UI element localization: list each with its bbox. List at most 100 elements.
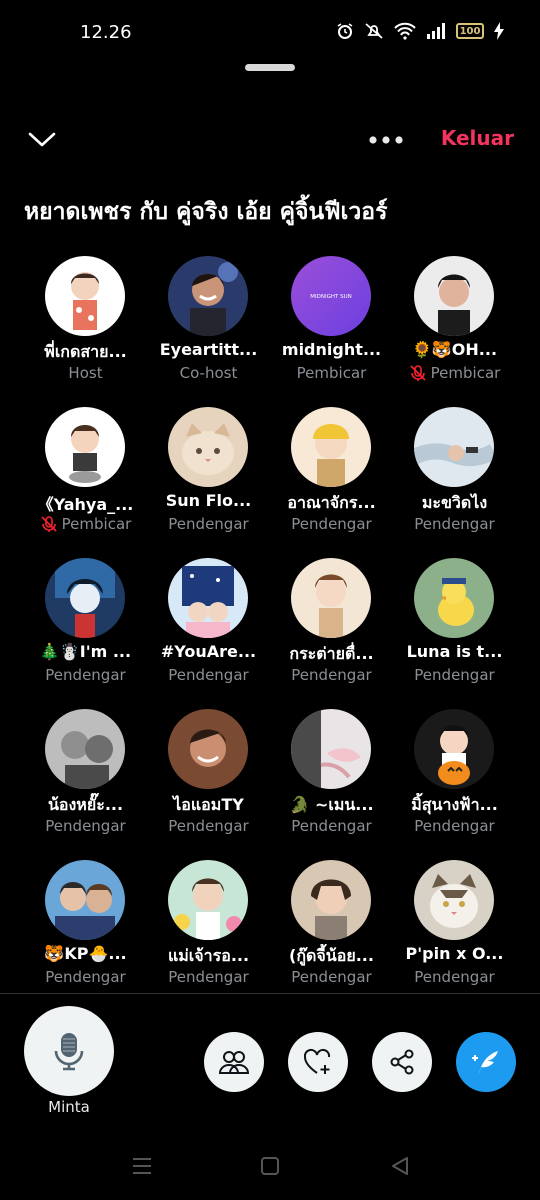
participant-item[interactable]: P'pin x O... Pendengar xyxy=(393,858,516,998)
participant-name: ไอแอมTY xyxy=(173,795,244,814)
participant-role: Pendengar xyxy=(24,817,147,835)
participant-item[interactable]: #YouAre... Pendengar xyxy=(147,556,270,696)
participant-role-label: Pendengar xyxy=(414,666,495,684)
avatar xyxy=(168,407,248,487)
participant-role: Pendengar xyxy=(147,968,270,986)
participant-role: Pendengar xyxy=(147,515,270,533)
participant-item[interactable]: 🎄☃️I'm ... Pendengar xyxy=(24,556,147,696)
avatar xyxy=(45,407,125,487)
avatar xyxy=(414,709,494,789)
react-button[interactable] xyxy=(288,1032,348,1092)
status-bar: 12.26 100 xyxy=(0,0,540,62)
participant-role: Co-host xyxy=(147,364,270,382)
home-icon[interactable] xyxy=(260,1156,280,1180)
participant-name: 🌻🐯OH... xyxy=(411,340,498,359)
mic-muted-icon xyxy=(409,364,427,382)
participant-role-label: Pendengar xyxy=(45,968,126,986)
participant-item[interactable]: มิ้สุนางฟ้า... Pendengar xyxy=(393,707,516,847)
share-button[interactable] xyxy=(372,1032,432,1092)
participant-role: Pendengar xyxy=(270,968,393,986)
request-mic-button[interactable] xyxy=(24,1006,114,1096)
participant-name: (กู๊ดจี้น้อย... xyxy=(289,946,374,965)
compose-feather-icon xyxy=(472,1051,498,1074)
recent-apps-icon[interactable] xyxy=(132,1156,152,1180)
participant-item[interactable]: น้องหยั๊ะ... Pendengar xyxy=(24,707,147,847)
avatar xyxy=(45,709,125,789)
mic-label: Minta xyxy=(48,1098,90,1116)
compose-tweet-button[interactable] xyxy=(456,1032,516,1092)
participant-role: Pendengar xyxy=(147,666,270,684)
leave-button[interactable]: Keluar xyxy=(441,126,514,150)
people-button[interactable] xyxy=(204,1032,264,1092)
avatar xyxy=(168,256,248,336)
participant-role: Pendengar xyxy=(270,666,393,684)
avatar xyxy=(45,860,125,940)
participant-item[interactable]: MIDNIGHT SUN midnight... Pembicar xyxy=(270,254,393,394)
participant-name: 🐊 ~เมน... xyxy=(289,795,374,814)
sheet-grab-handle[interactable] xyxy=(245,64,295,71)
participant-name: 🐯KP🐣... xyxy=(44,944,127,963)
avatar xyxy=(45,558,125,638)
participant-role-label: Pendengar xyxy=(414,817,495,835)
participant-item[interactable]: พี่เกดสาย... Host xyxy=(24,254,147,394)
participant-item[interactable]: อาณาจักร... Pendengar xyxy=(270,405,393,545)
participant-item[interactable]: Eyeartitt... Co-host xyxy=(147,254,270,394)
participant-role-label: Host xyxy=(68,364,103,382)
participant-role: Pendengar xyxy=(24,968,147,986)
alarm-icon xyxy=(336,22,354,40)
avatar: MIDNIGHT SUN xyxy=(291,256,371,336)
participant-item[interactable]: Luna is t... Pendengar xyxy=(393,556,516,696)
status-icons: 100 xyxy=(336,22,504,40)
svg-text:MIDNIGHT SUN: MIDNIGHT SUN xyxy=(310,294,351,300)
participant-name: 《Yahya_... xyxy=(37,495,134,514)
participant-role-label: Pendengar xyxy=(45,666,126,684)
participant-name: มิ้สุนางฟ้า... xyxy=(411,795,498,814)
back-icon[interactable] xyxy=(390,1156,410,1180)
avatar xyxy=(168,860,248,940)
participant-role: Pendengar xyxy=(393,515,516,533)
participant-item[interactable]: Sun Flo... Pendengar xyxy=(147,405,270,545)
wifi-icon xyxy=(394,22,416,40)
participant-name: Eyeartitt... xyxy=(159,340,258,359)
participant-role: Pembicar xyxy=(270,364,393,382)
avatar xyxy=(414,407,494,487)
participant-item[interactable]: 🌻🐯OH... Pembicar xyxy=(393,254,516,394)
participant-name: น้องหยั๊ะ... xyxy=(47,795,124,814)
participant-role-label: Pendengar xyxy=(168,968,249,986)
participant-role-label: Pendengar xyxy=(168,515,249,533)
avatar xyxy=(291,709,371,789)
participant-name: มะขวิดไง xyxy=(421,493,488,512)
mute-bell-icon xyxy=(364,22,384,40)
more-options-button[interactable] xyxy=(367,128,405,152)
participant-role-label: Pendengar xyxy=(45,817,126,835)
avatar xyxy=(414,256,494,336)
avatar xyxy=(291,860,371,940)
participant-item[interactable]: แม่เจ้ารอ... Pendengar xyxy=(147,858,270,998)
participant-name: midnight... xyxy=(281,340,382,359)
participant-item[interactable]: 🐯KP🐣... Pendengar xyxy=(24,858,147,998)
battery-level: 100 xyxy=(456,23,484,39)
participant-item[interactable]: มะขวิดไง Pendengar xyxy=(393,405,516,545)
avatar xyxy=(414,558,494,638)
collapse-button[interactable] xyxy=(26,124,58,156)
participant-role-label: Pembicar xyxy=(430,364,501,382)
participant-role: Pendengar xyxy=(393,817,516,835)
participant-item[interactable]: (กู๊ดจี้น้อย... Pendengar xyxy=(270,858,393,998)
participant-name: Luna is t... xyxy=(406,642,503,661)
avatar xyxy=(168,558,248,638)
participant-role-label: Pendengar xyxy=(168,666,249,684)
participant-role: Pendengar xyxy=(24,666,147,684)
participant-name: #YouAre... xyxy=(160,642,257,661)
participant-name: Sun Flo... xyxy=(165,491,252,510)
avatar xyxy=(291,407,371,487)
participant-name: 🎄☃️I'm ... xyxy=(39,642,132,661)
participant-item[interactable]: 《Yahya_... Pembicar xyxy=(24,405,147,545)
people-icon xyxy=(219,1051,249,1074)
participant-item[interactable]: 🐊 ~เมน... Pendengar xyxy=(270,707,393,847)
heart-plus-icon xyxy=(303,1048,331,1074)
participant-item[interactable]: ไอแอมTY Pendengar xyxy=(147,707,270,847)
participant-item[interactable]: กระต่ายตื่... Pendengar xyxy=(270,556,393,696)
bottom-divider xyxy=(0,993,540,994)
microphone-icon xyxy=(54,1033,84,1071)
chevron-down-icon xyxy=(28,132,56,147)
